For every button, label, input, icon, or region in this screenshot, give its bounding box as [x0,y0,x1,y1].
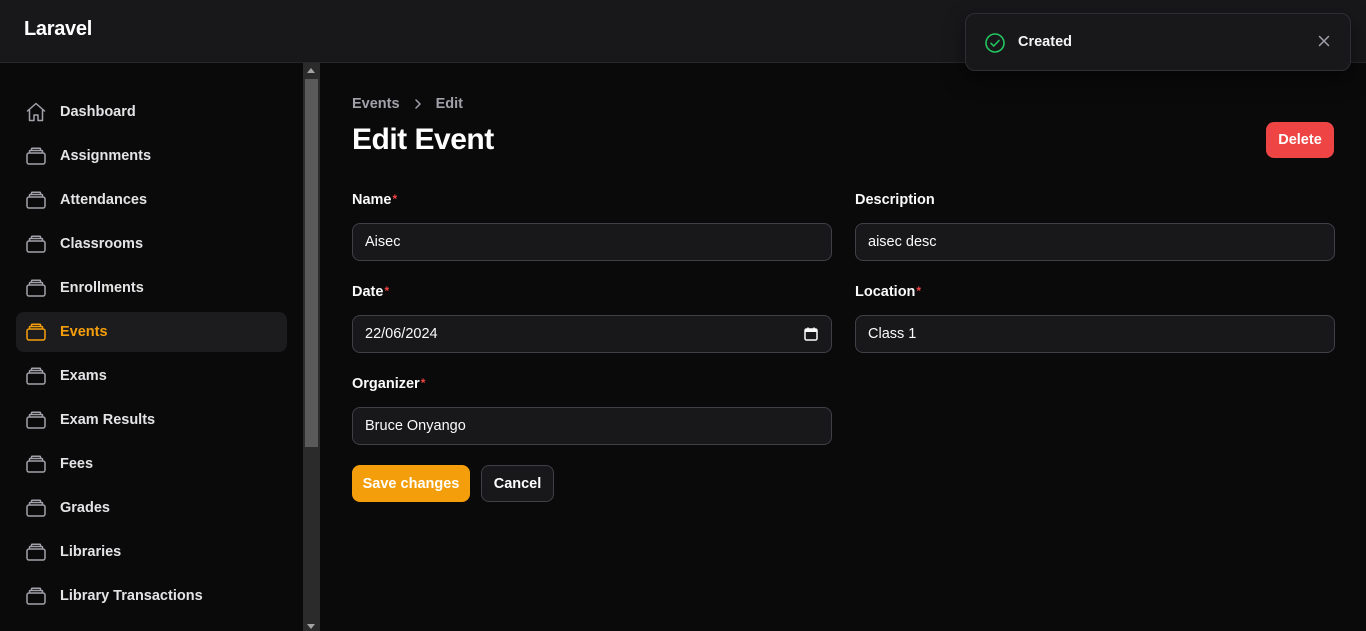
name-input[interactable] [365,234,819,250]
sidebar-item-fees[interactable]: Fees [16,444,287,484]
required-marker: * [392,192,398,206]
sidebar-nav: Dashboard Assignments Attendances Classroom… [16,92,287,620]
organizer-label: Organizer* [352,376,426,392]
sidebar-item-dashboard[interactable]: Dashboard [16,92,287,132]
name-input-box [352,223,832,261]
cancel-button[interactable]: Cancel [481,465,554,502]
date-label: Date* [352,284,390,300]
date-field-group: Date* [352,284,832,353]
organizer-field-group: Organizer* [352,376,832,445]
sidebar-item-library-transactions[interactable]: Library Transactions [16,576,287,616]
name-label: Name* [352,192,398,208]
sidebar-item-label: Attendances [60,192,148,208]
sidebar-item-label: Fees [60,456,94,472]
sidebar-item-label: Dashboard [60,104,136,120]
sidebar-item-events[interactable]: Events [16,312,287,352]
sidebar-item-label: Library Transactions [60,588,203,604]
description-label: Description [855,192,935,208]
save-changes-button[interactable]: Save changes [352,465,470,502]
sidebar-item-enrollments[interactable]: Enrollments [16,268,287,308]
required-marker: * [420,376,426,390]
calendar-icon[interactable] [803,326,819,342]
description-input-box [855,223,1335,261]
scroll-thumb[interactable] [305,79,318,447]
sidebar-item-label: Assignments [60,148,152,164]
required-marker: * [384,284,390,298]
stack-icon [26,235,46,253]
sidebar-item-grades[interactable]: Grades [16,488,287,528]
sidebar-item-exams[interactable]: Exams [16,356,287,396]
sidebar-item-label: Enrollments [60,280,144,296]
organizer-input-box [352,407,832,445]
toast-message: Created [1018,34,1072,50]
sidebar-item-label: Grades [60,500,110,516]
stack-icon [26,587,46,605]
location-field-group: Location* [855,284,1335,353]
stack-icon [26,279,46,297]
stack-icon [26,499,46,517]
required-marker: * [916,284,922,298]
check-circle-icon [985,33,1005,53]
sidebar-item-label: Exam Results [60,412,156,428]
stack-icon [26,367,46,385]
scroll-up-arrow[interactable] [307,68,315,73]
home-icon [26,102,46,122]
organizer-input[interactable] [365,418,819,434]
sidebar-item-label: Exams [60,368,107,384]
chevron-right-icon [414,99,421,109]
brand-logo[interactable]: Laravel [24,18,92,41]
date-input[interactable] [365,326,803,342]
scroll-down-arrow[interactable] [307,624,315,629]
description-field-group: Description [855,192,1335,261]
sidebar-item-label: Libraries [60,544,122,560]
stack-icon [26,411,46,429]
stack-icon [26,191,46,209]
sidebar-item-exam-results[interactable]: Exam Results [16,400,287,440]
stack-icon [26,147,46,165]
page-title: Edit Event [352,123,494,156]
sidebar-item-label: Classrooms [60,236,144,252]
location-label: Location* [855,284,922,300]
sidebar-item-attendances[interactable]: Attendances [16,180,287,220]
stack-icon [26,543,46,561]
breadcrumb-current: Edit [435,96,463,112]
sidebar-item-label: Events [60,324,108,340]
sidebar-scrollbar[interactable] [303,63,320,631]
stack-icon [26,323,46,341]
stack-icon [26,455,46,473]
toast-notification: Created [965,13,1351,71]
date-input-box [352,315,832,353]
sidebar: Dashboard Assignments Attendances Classroom… [0,63,303,631]
breadcrumb-events-link[interactable]: Events [352,96,400,112]
delete-button[interactable]: Delete [1266,122,1334,158]
sidebar-item-assignments[interactable]: Assignments [16,136,287,176]
name-field-group: Name* [352,192,832,261]
description-input[interactable] [868,234,1322,250]
breadcrumb: Events Edit [352,96,463,112]
sidebar-item-classrooms[interactable]: Classrooms [16,224,287,264]
location-input-box [855,315,1335,353]
sidebar-item-libraries[interactable]: Libraries [16,532,287,572]
location-input[interactable] [868,326,1322,342]
close-icon[interactable] [1316,33,1332,49]
